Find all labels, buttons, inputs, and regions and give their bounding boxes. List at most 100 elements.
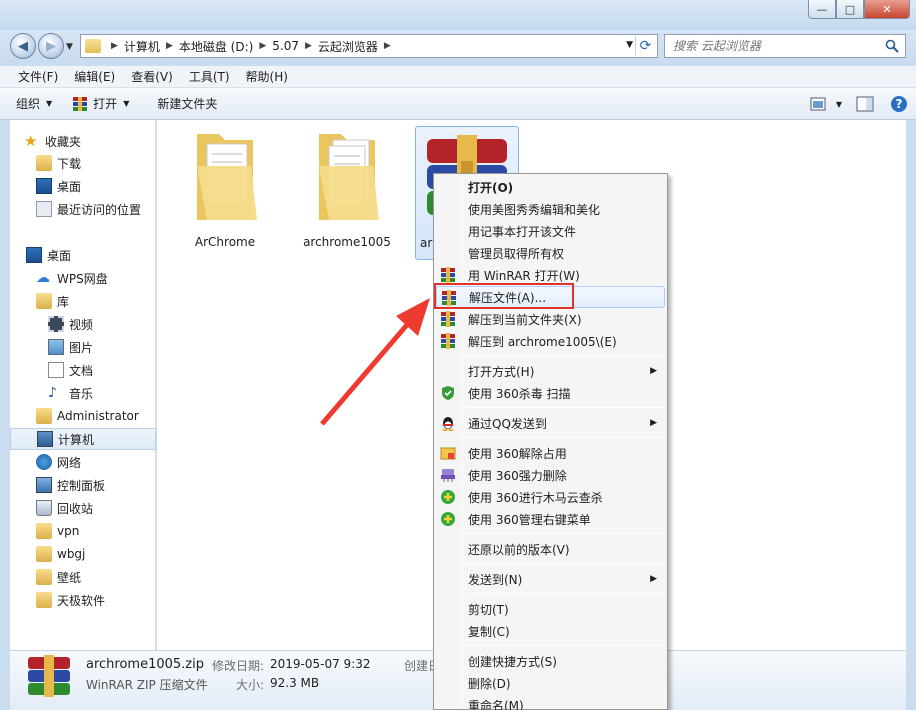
menu-360-manage[interactable]: 使用 360管理右键菜单 — [436, 508, 665, 530]
nav-wps-cloud[interactable]: ☁ WPS网盘 — [10, 267, 156, 289]
menu-rename[interactable]: 重命名(M) — [436, 694, 665, 710]
open-button[interactable]: 打开 ▼ — [62, 88, 139, 119]
nav-music[interactable]: ♪ 音乐 — [10, 382, 156, 404]
menu-separator — [466, 355, 663, 356]
nav-folder-vpn[interactable]: vpn — [10, 520, 156, 542]
menu-send-to[interactable]: 发送到(N) ▶ — [436, 568, 665, 590]
menu-tools[interactable]: 工具(T) — [181, 68, 238, 85]
menu-label: 使用 360杀毒 扫描 — [468, 386, 571, 401]
menu-360-unlock[interactable]: 使用 360解除占用 — [436, 442, 665, 464]
recent-pages-dropdown[interactable]: ▼ — [66, 42, 73, 52]
open-label: 打开 — [93, 97, 118, 111]
shield-icon — [442, 386, 454, 400]
nav-label: 下载 — [57, 156, 82, 171]
menu-restore-versions[interactable]: 还原以前的版本(V) — [436, 538, 665, 560]
menu-help[interactable]: 帮助(H) — [238, 68, 296, 85]
menu-cut[interactable]: 剪切(T) — [436, 598, 665, 620]
chevron-right-icon[interactable]: ▶ — [305, 41, 312, 51]
menu-label: 打开(O) — [468, 180, 514, 195]
nav-library[interactable]: 库 — [10, 290, 156, 312]
menu-meitu-edit[interactable]: 使用美图秀秀编辑和美化 — [436, 198, 665, 220]
nav-folder-tianji[interactable]: 天极软件 — [10, 589, 156, 611]
nav-downloads[interactable]: 下载 — [10, 152, 156, 174]
nav-control-panel[interactable]: 控制面板 — [10, 474, 156, 496]
menu-extract-to-folder[interactable]: 解压到 archrome1005\(E) — [436, 330, 665, 352]
nav-desktop[interactable]: 桌面 — [10, 244, 156, 266]
menu-360-force-delete[interactable]: 使用 360强力删除 — [436, 464, 665, 486]
menu-create-shortcut[interactable]: 创建快捷方式(S) — [436, 650, 665, 672]
menu-delete[interactable]: 删除(D) — [436, 672, 665, 694]
nav-recent-places[interactable]: 最近访问的位置 — [10, 198, 156, 220]
minimize-button[interactable]: — — [808, 0, 836, 19]
menu-separator — [466, 437, 663, 438]
breadcrumb-local-disk-d[interactable]: 本地磁盘 (D:) — [179, 38, 253, 55]
nav-folder-wbgj[interactable]: wbgj — [10, 543, 156, 565]
organize-button[interactable]: 组织 ▼ — [6, 88, 62, 119]
nav-desktop-fav[interactable]: 桌面 — [10, 175, 156, 197]
nav-network[interactable]: 网络 — [10, 451, 156, 473]
preview-pane-icon[interactable] — [856, 96, 874, 112]
nav-pictures[interactable]: 图片 — [10, 336, 156, 358]
nav-folder-wallpaper[interactable]: 壁纸 — [10, 566, 156, 588]
nav-label: 库 — [57, 294, 70, 309]
menu-open[interactable]: 打开(O) — [436, 176, 665, 198]
menu-separator — [466, 533, 663, 534]
menu-open-with[interactable]: 打开方式(H) ▶ — [436, 360, 665, 382]
breadcrumb-yunqi-browser[interactable]: 云起浏览器 — [318, 38, 378, 55]
menu-extract-here[interactable]: 解压到当前文件夹(X) — [436, 308, 665, 330]
nav-administrator[interactable]: Administrator — [10, 405, 156, 427]
forward-button[interactable]: ▶ — [38, 33, 64, 59]
menu-edit[interactable]: 编辑(E) — [66, 68, 123, 85]
nav-computer[interactable]: 计算机 — [10, 428, 156, 450]
search-box[interactable] — [664, 34, 906, 58]
nav-label: 视频 — [69, 317, 94, 332]
menu-separator — [466, 407, 663, 408]
menu-label: 使用 360进行木马云查杀 — [468, 490, 603, 505]
breadcrumb-computer[interactable]: 计算机 — [124, 38, 160, 55]
menu-file[interactable]: 文件(F) — [10, 68, 66, 85]
view-dropdown-icon[interactable]: ▼ — [836, 100, 842, 109]
breadcrumb-5-07[interactable]: 5.07 — [272, 39, 299, 53]
address-bar[interactable]: ▶ 计算机 ▶ 本地磁盘 (D:) ▶ 5.07 ▶ 云起浏览器 ▶ ▼ ⟳ — [80, 34, 658, 58]
help-icon[interactable]: ? — [890, 95, 908, 113]
nav-label: 控制面板 — [57, 478, 106, 493]
folder-icon — [36, 523, 52, 539]
size-value: 92.3 MB — [270, 676, 320, 690]
nav-recycle-bin[interactable]: 回收站 — [10, 497, 156, 519]
nav-documents[interactable]: 文档 — [10, 359, 156, 381]
nav-label: wbgj — [57, 547, 86, 561]
chevron-right-icon[interactable]: ▶ — [384, 41, 391, 51]
close-button[interactable]: ✕ — [864, 0, 910, 19]
menu-label: 打开方式(H) — [468, 364, 535, 379]
menu-take-ownership[interactable]: 管理员取得所有权 — [436, 242, 665, 264]
nav-favorites[interactable]: ★ 收藏夹 — [10, 130, 156, 152]
menu-label: 复制(C) — [468, 624, 510, 639]
change-view-icon[interactable] — [810, 97, 828, 111]
menu-copy[interactable]: 复制(C) — [436, 620, 665, 642]
menu-360-trojan-scan[interactable]: 使用 360进行木马云查杀 — [436, 486, 665, 508]
chevron-right-icon[interactable]: ▶ — [166, 41, 173, 51]
nav-videos[interactable]: 视频 — [10, 313, 156, 335]
search-icon[interactable] — [885, 39, 899, 53]
menu-qq-send[interactable]: 通过QQ发送到 ▶ — [436, 412, 665, 434]
folder-icon — [197, 134, 257, 220]
refresh-icon[interactable]: ⟳ — [635, 36, 655, 56]
back-button[interactable]: ◀ — [10, 33, 36, 59]
chevron-down-icon: ▼ — [123, 99, 130, 108]
menu-label: 重命名(M) — [468, 698, 524, 710]
maximize-button[interactable]: □ — [836, 0, 864, 19]
nav-label: 回收站 — [57, 501, 94, 516]
menu-label: 使用美图秀秀编辑和美化 — [468, 202, 601, 217]
menu-label: 使用 360解除占用 — [468, 446, 567, 461]
chevron-right-icon[interactable]: ▶ — [259, 41, 266, 51]
menu-view[interactable]: 查看(V) — [123, 68, 181, 85]
menu-open-notepad[interactable]: 用记事本打开该文件 — [436, 220, 665, 242]
menu-label: 还原以前的版本(V) — [468, 542, 570, 557]
search-input[interactable] — [673, 39, 883, 53]
file-item-archrome1005-folder[interactable]: archrome1005 — [295, 126, 399, 249]
chevron-right-icon[interactable]: ▶ — [111, 41, 118, 51]
address-dropdown[interactable]: ▼ — [626, 40, 633, 50]
new-folder-button[interactable]: 新建文件夹 — [147, 88, 227, 119]
file-item-archrome-folder[interactable]: ArChrome — [173, 126, 277, 249]
menu-360-scan[interactable]: 使用 360杀毒 扫描 — [436, 382, 665, 404]
